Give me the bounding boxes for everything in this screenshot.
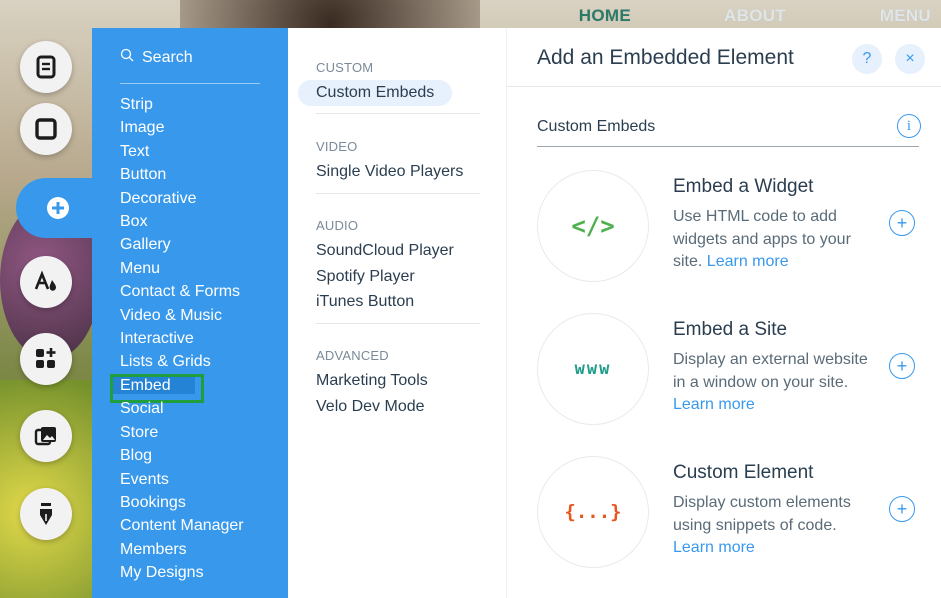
close-button[interactable]: × [895, 44, 925, 74]
search-label: Search [142, 48, 193, 66]
subitem[interactable]: Marketing Tools [316, 368, 428, 394]
section-title: Custom Embeds [537, 118, 656, 135]
category-list: Strip Image Text Button Decorative Box G… [110, 93, 244, 585]
category-item[interactable]: Blog [120, 444, 244, 467]
category-item[interactable]: Menu [120, 257, 244, 280]
category-item[interactable]: Button [120, 163, 244, 186]
embed-description: Display custom elements using snippets o… [673, 494, 851, 556]
category-item-embed-selected[interactable]: Embed [110, 373, 244, 404]
info-button[interactable]: i [897, 114, 921, 138]
panel-title: Add an Embedded Element [537, 46, 794, 69]
divider [316, 323, 480, 324]
subgroup-heading: VIDEO [316, 139, 358, 154]
category-item[interactable]: Video & Music [120, 304, 244, 327]
add-elements-button[interactable] [16, 178, 100, 238]
braces-icon: {...} [537, 456, 649, 568]
category-item[interactable]: Contact & Forms [120, 280, 244, 303]
subitem[interactable]: Velo Dev Mode [316, 394, 428, 420]
pages-icon [36, 55, 56, 79]
media-button[interactable] [20, 410, 72, 462]
subitem[interactable]: Single Video Players [316, 159, 463, 185]
category-item[interactable]: Bookings [120, 491, 244, 514]
help-button[interactable]: ? [852, 44, 882, 74]
embed-title: Custom Element [673, 462, 814, 483]
theme-button[interactable] [20, 256, 72, 308]
apps-icon [36, 348, 56, 368]
search-icon [120, 48, 134, 67]
blog-button[interactable] [20, 488, 72, 540]
subitem[interactable]: Spotify Player [316, 264, 454, 290]
media-icon [34, 427, 56, 446]
www-icon: www [537, 313, 649, 425]
close-icon: × [905, 50, 915, 67]
subitem[interactable]: SoundCloud Player [316, 238, 454, 264]
category-item[interactable]: Social [120, 397, 244, 420]
embed-card-custom-element[interactable]: {...} Custom Element Display custom elem… [537, 456, 927, 576]
add-icon[interactable]: + [889, 496, 915, 522]
learn-more-link[interactable]: Learn more [673, 539, 755, 556]
category-item[interactable]: Image [120, 116, 244, 139]
add-icon[interactable]: + [889, 210, 915, 236]
theme-icon [34, 270, 56, 291]
embed-description: Display an external website in a window … [673, 351, 868, 413]
blog-pen-icon [40, 503, 52, 525]
editor-left-rail [0, 28, 100, 598]
embed-title: Embed a Widget [673, 176, 814, 197]
background-button[interactable] [20, 103, 72, 155]
help-icon: ? [862, 50, 872, 67]
category-item[interactable]: Store [120, 421, 244, 444]
subgroup-heading: ADVANCED [316, 348, 389, 363]
category-item[interactable]: Decorative [120, 187, 244, 210]
embed-card-site[interactable]: www Embed a Site Display an external web… [537, 313, 927, 433]
add-panel-subcategories: CUSTOM Custom Embeds VIDEO Single Video … [288, 28, 506, 598]
subgroup-custom: CUSTOM Custom Embeds [298, 60, 453, 106]
embed-description: Use HTML code to add widgets and apps to… [673, 208, 851, 270]
category-item[interactable]: Content Manager [120, 514, 244, 537]
category-item[interactable]: My Designs [120, 561, 244, 584]
add-icon [47, 197, 69, 219]
add-icon[interactable]: + [889, 353, 915, 379]
category-item[interactable]: Gallery [120, 233, 244, 256]
category-item[interactable]: Text [120, 140, 244, 163]
subgroup-audio: AUDIO SoundCloud Player Spotify Player i… [316, 218, 454, 315]
subgroup-video: VIDEO Single Video Players [316, 139, 463, 185]
category-item[interactable]: Interactive [120, 327, 244, 350]
divider [316, 193, 480, 194]
search-button[interactable]: Search [120, 48, 193, 67]
learn-more-link[interactable]: Learn more [673, 396, 755, 413]
header-divider [507, 86, 941, 87]
category-item[interactable]: Events [120, 468, 244, 491]
code-icon: </> [537, 170, 649, 282]
category-item[interactable]: Box [120, 210, 244, 233]
subgroup-advanced: ADVANCED Marketing Tools Velo Dev Mode [316, 348, 428, 419]
add-panel-detail: Add an Embedded Element ? × Custom Embed… [506, 28, 941, 598]
learn-more-link[interactable]: Learn more [707, 253, 789, 270]
subitem-custom-embeds[interactable]: Custom Embeds [298, 80, 453, 106]
apps-button[interactable] [20, 333, 72, 385]
subgroup-heading: CUSTOM [316, 60, 374, 75]
subitem[interactable]: iTunes Button [316, 289, 454, 315]
divider [316, 113, 480, 114]
info-icon: i [906, 117, 912, 134]
category-item[interactable]: Members [120, 538, 244, 561]
add-panel-categories: Search Strip Image Text Button Decorativ… [92, 28, 288, 598]
embed-title: Embed a Site [673, 319, 788, 340]
background-photo-top [180, 0, 480, 30]
category-item[interactable]: Strip [120, 93, 244, 116]
subgroup-heading: AUDIO [316, 218, 359, 233]
embed-card-widget[interactable]: </> Embed a Widget Use HTML code to add … [537, 170, 927, 290]
search-divider [120, 83, 260, 84]
category-item[interactable]: Lists & Grids [120, 350, 244, 373]
background-icon [35, 118, 57, 140]
section-divider [537, 146, 919, 147]
pages-button[interactable] [20, 41, 72, 93]
